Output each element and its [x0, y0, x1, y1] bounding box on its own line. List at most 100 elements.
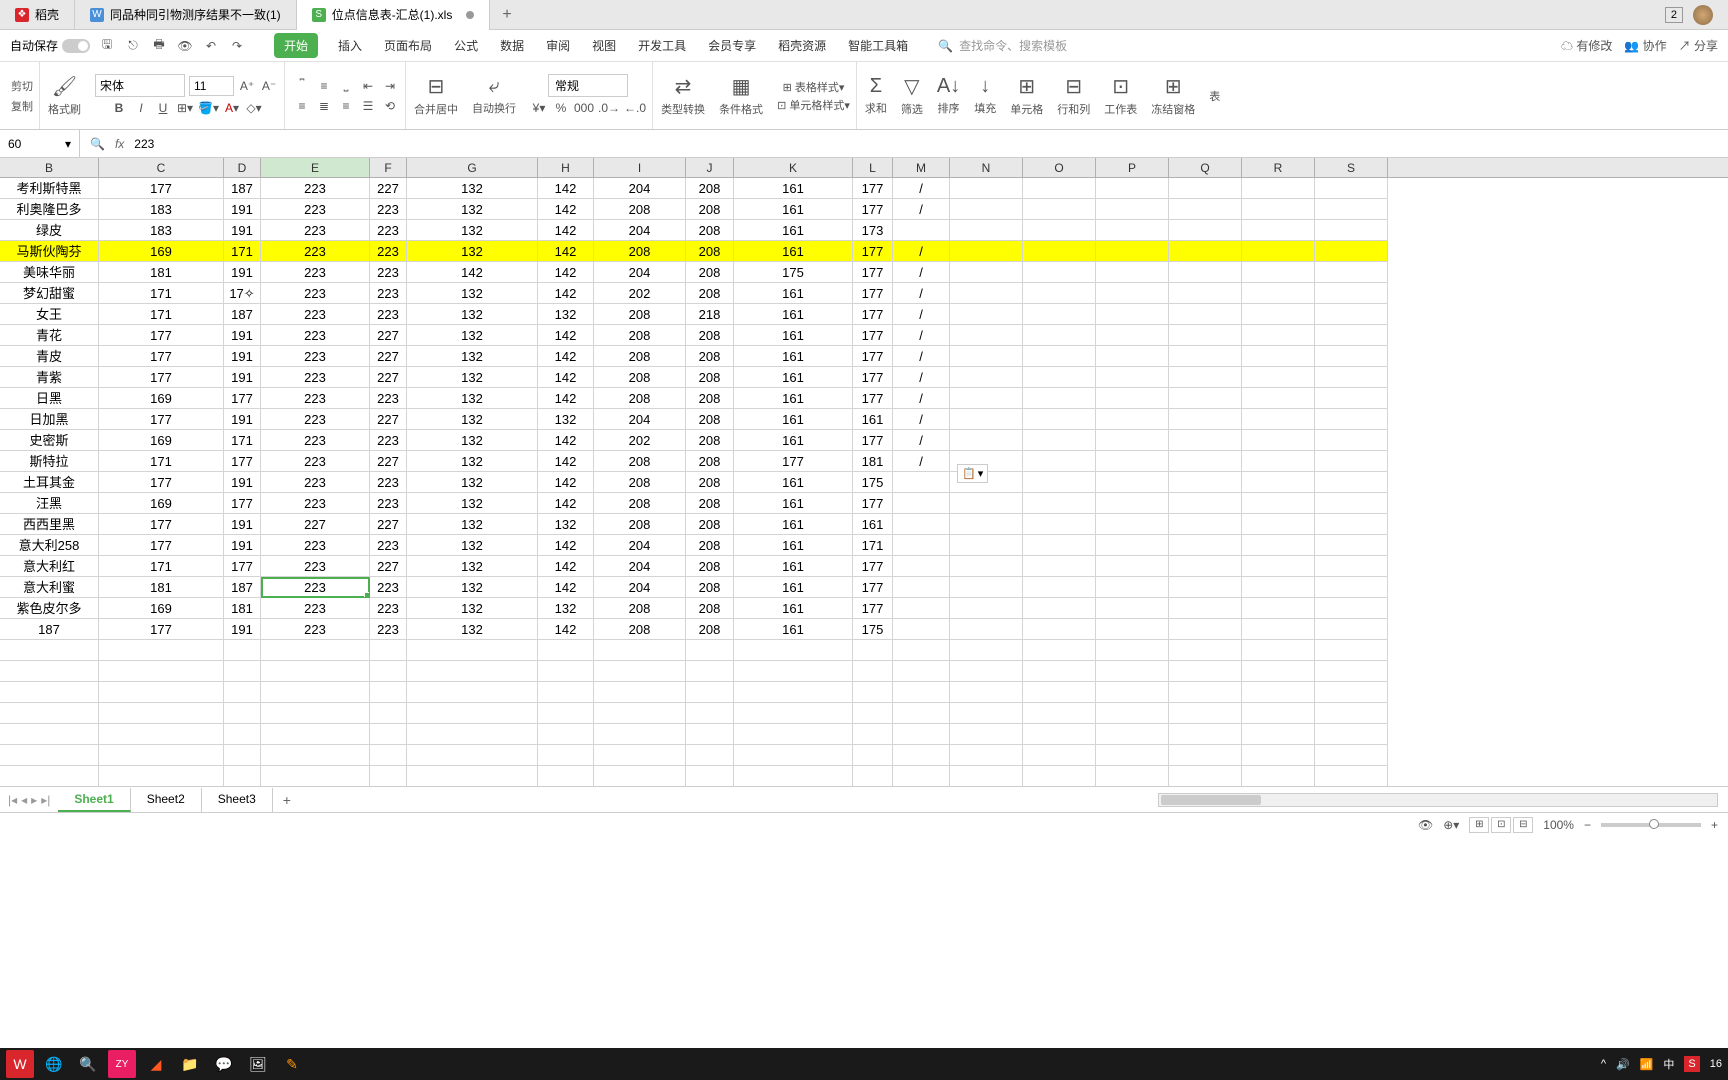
cell[interactable]: 227 — [370, 178, 407, 199]
cell[interactable] — [950, 577, 1023, 598]
cell[interactable] — [99, 703, 224, 724]
col-header-I[interactable]: I — [594, 158, 686, 177]
cell[interactable]: 223 — [370, 472, 407, 493]
border-icon[interactable]: ⊞▾ — [176, 99, 194, 117]
cell[interactable]: 175 — [734, 262, 853, 283]
cell[interactable]: 177 — [853, 598, 893, 619]
cell[interactable] — [1169, 766, 1242, 786]
increase-font-icon[interactable]: A⁺ — [238, 77, 256, 95]
cell[interactable]: 204 — [594, 220, 686, 241]
indent-dec-icon[interactable]: ⇤ — [359, 77, 377, 95]
cell[interactable]: 132 — [407, 598, 538, 619]
cell[interactable] — [1023, 766, 1096, 786]
cell[interactable]: 191 — [224, 514, 261, 535]
zoom-out-icon[interactable]: − — [1584, 818, 1591, 832]
cell[interactable]: 132 — [407, 556, 538, 577]
cell[interactable] — [1242, 346, 1315, 367]
coop-button[interactable]: 👥 协作 — [1624, 37, 1666, 54]
cell[interactable]: 132 — [538, 304, 594, 325]
cell[interactable] — [893, 535, 950, 556]
cell[interactable]: 132 — [407, 178, 538, 199]
cell[interactable] — [1315, 472, 1388, 493]
cell[interactable] — [1096, 472, 1169, 493]
eye-icon[interactable]: 👁 — [1418, 818, 1433, 832]
cell[interactable] — [1242, 199, 1315, 220]
cell[interactable] — [261, 766, 370, 786]
cell[interactable]: 208 — [594, 388, 686, 409]
bold-icon[interactable]: B — [110, 99, 128, 117]
cell[interactable] — [950, 535, 1023, 556]
save-icon[interactable]: 🖫 — [98, 37, 116, 55]
cell[interactable]: 223 — [370, 304, 407, 325]
cell[interactable] — [0, 724, 99, 745]
cell[interactable]: 161 — [734, 388, 853, 409]
cell[interactable] — [686, 682, 734, 703]
cell[interactable]: 223 — [370, 241, 407, 262]
cell[interactable]: 西西里黑 — [0, 514, 99, 535]
rowcol-button[interactable]: ⊟行和列 — [1051, 74, 1096, 117]
cell[interactable]: 169 — [99, 598, 224, 619]
align-justify-icon[interactable]: ☰ — [359, 97, 377, 115]
cell[interactable] — [950, 178, 1023, 199]
cell[interactable] — [893, 220, 950, 241]
cell[interactable]: 142 — [538, 346, 594, 367]
cell[interactable]: 177 — [853, 262, 893, 283]
cell[interactable] — [1242, 556, 1315, 577]
cell[interactable] — [893, 724, 950, 745]
zoom-fx-icon[interactable]: 🔍 — [90, 137, 105, 151]
freeze-button[interactable]: ⊞冻结窗格 — [1145, 74, 1201, 117]
font-select[interactable]: 宋体 — [95, 74, 185, 97]
sort-button[interactable]: A↓排序 — [931, 75, 966, 116]
cell[interactable]: 187 — [0, 619, 99, 640]
cell[interactable] — [0, 766, 99, 786]
cell[interactable]: 208 — [594, 325, 686, 346]
cell[interactable]: 223 — [370, 619, 407, 640]
cell[interactable]: 142 — [538, 367, 594, 388]
col-header-L[interactable]: L — [853, 158, 893, 177]
cell[interactable] — [1315, 682, 1388, 703]
cond-format-button[interactable]: ▦ 条件格式 — [713, 74, 769, 117]
cell[interactable] — [686, 661, 734, 682]
cell[interactable]: 142 — [407, 262, 538, 283]
cell[interactable]: 208 — [686, 220, 734, 241]
cell[interactable]: 208 — [594, 304, 686, 325]
cell[interactable]: 223 — [261, 451, 370, 472]
cell[interactable]: 208 — [686, 472, 734, 493]
cell[interactable] — [0, 661, 99, 682]
cell[interactable]: 208 — [594, 493, 686, 514]
cell[interactable] — [1242, 577, 1315, 598]
cell[interactable]: 191 — [224, 346, 261, 367]
cell[interactable] — [1315, 220, 1388, 241]
cell[interactable] — [1169, 367, 1242, 388]
cell[interactable]: 208 — [686, 514, 734, 535]
cell[interactable]: 183 — [99, 199, 224, 220]
cell[interactable]: 208 — [686, 493, 734, 514]
cell[interactable]: 227 — [370, 409, 407, 430]
col-header-O[interactable]: O — [1023, 158, 1096, 177]
cell[interactable] — [1315, 577, 1388, 598]
tray-time[interactable]: 16 — [1710, 1058, 1722, 1070]
col-header-D[interactable]: D — [224, 158, 261, 177]
cell[interactable] — [1096, 619, 1169, 640]
cell[interactable] — [950, 724, 1023, 745]
task-app3-icon[interactable]: ✎ — [278, 1050, 306, 1078]
cell[interactable]: 142 — [538, 451, 594, 472]
align-top-icon[interactable]: ⎴ — [293, 77, 311, 95]
cell[interactable] — [224, 640, 261, 661]
cell[interactable]: 208 — [686, 367, 734, 388]
cell[interactable] — [950, 199, 1023, 220]
cell[interactable]: 142 — [538, 178, 594, 199]
cell[interactable]: 142 — [538, 472, 594, 493]
cell[interactable] — [538, 724, 594, 745]
cell[interactable] — [1315, 451, 1388, 472]
print-icon[interactable]: 🖶 — [150, 37, 168, 55]
cell[interactable]: 223 — [370, 388, 407, 409]
cell[interactable] — [1023, 514, 1096, 535]
cell[interactable] — [950, 556, 1023, 577]
cell[interactable] — [893, 493, 950, 514]
cell[interactable] — [686, 703, 734, 724]
align-center-icon[interactable]: ≣ — [315, 97, 333, 115]
cell[interactable]: 177 — [224, 388, 261, 409]
cell[interactable]: 132 — [407, 430, 538, 451]
cell[interactable]: 223 — [370, 493, 407, 514]
